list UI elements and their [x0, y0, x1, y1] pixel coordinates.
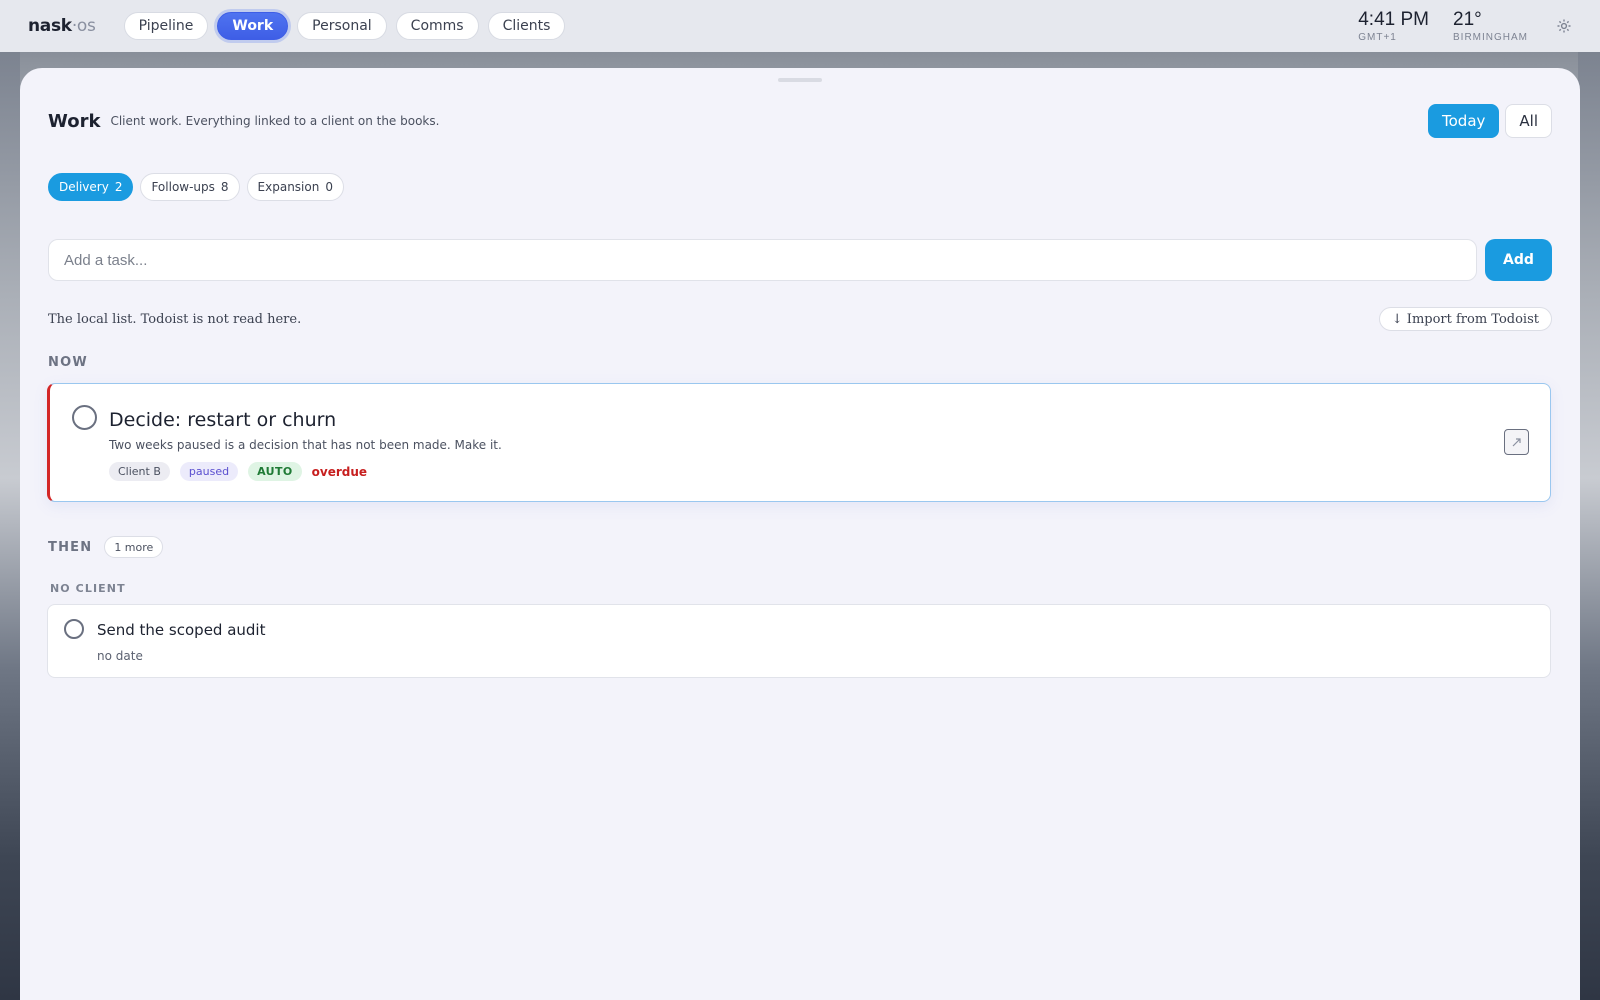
- nav-pipeline[interactable]: Pipeline: [123, 12, 209, 40]
- all-button[interactable]: All: [1505, 104, 1552, 138]
- task-title: Send the scoped audit: [97, 621, 266, 639]
- task-title: Decide: restart or churn: [109, 409, 337, 431]
- add-task-button[interactable]: Add: [1485, 239, 1552, 281]
- status-area: 4:41 PM GMT+1 21° BIRMINGHAM: [1358, 10, 1572, 43]
- import-todoist-button[interactable]: ↓ Import from Todoist: [1378, 307, 1552, 331]
- filter-count: 0: [325, 180, 333, 194]
- gear-icon[interactable]: [1556, 18, 1572, 34]
- complete-task-checkbox[interactable]: [64, 619, 84, 639]
- weather-temperature: 21°: [1453, 8, 1482, 30]
- clock: 4:41 PM GMT+1: [1358, 10, 1429, 43]
- category-filters: Delivery 2 Follow-ups 8 Expansion 0: [48, 173, 344, 201]
- external-link-icon[interactable]: [1504, 429, 1529, 455]
- add-task-input[interactable]: [48, 239, 1477, 281]
- page-header: Work Client work. Everything linked to a…: [48, 104, 1552, 138]
- filter-expansion[interactable]: Expansion 0: [246, 173, 344, 201]
- task-description: Two weeks paused is a decision that has …: [109, 438, 502, 452]
- task-tags: Client B paused AUTO overdue: [109, 462, 367, 481]
- wallpaper-right: [1578, 52, 1600, 1000]
- add-task-row: Add: [48, 239, 1552, 281]
- page-title: Work: [48, 110, 101, 132]
- section-then-header: THEN 1 more: [48, 536, 164, 558]
- nav-comms[interactable]: Comms: [395, 12, 479, 40]
- filter-count: 2: [114, 180, 123, 194]
- overdue-label: overdue: [311, 464, 368, 479]
- logo-suffix: ·os: [71, 16, 96, 36]
- clock-time: 4:41 PM: [1358, 8, 1429, 30]
- filter-label: Delivery: [59, 180, 109, 194]
- group-no-client-label: NO CLIENT: [50, 582, 126, 595]
- weather: 21° BIRMINGHAM: [1453, 10, 1528, 43]
- filter-delivery[interactable]: Delivery 2: [48, 173, 134, 201]
- wallpaper-left: [0, 52, 20, 1000]
- client-tag[interactable]: Client B: [109, 462, 170, 481]
- nav-personal[interactable]: Personal: [297, 12, 387, 40]
- filter-label: Follow-ups: [151, 180, 215, 194]
- view-toggle: Today All: [1428, 104, 1552, 138]
- clock-timezone: GMT+1: [1358, 31, 1397, 43]
- filter-label: Expansion: [257, 180, 320, 194]
- sheet-grabber-handle[interactable]: [778, 78, 822, 82]
- nav-work[interactable]: Work: [217, 12, 289, 40]
- complete-task-checkbox[interactable]: [72, 405, 97, 430]
- work-sheet: Work Client work. Everything linked to a…: [20, 68, 1580, 1000]
- app-logo[interactable]: nask·os: [28, 16, 96, 36]
- task-card-now[interactable]: Decide: restart or churn Two weeks pause…: [47, 383, 1551, 502]
- weather-location: BIRMINGHAM: [1453, 31, 1528, 43]
- section-now-label: NOW: [48, 355, 88, 370]
- source-note: The local list. Todoist is not read here…: [48, 311, 302, 327]
- more-count-badge[interactable]: 1 more: [104, 536, 164, 558]
- today-button[interactable]: Today: [1428, 104, 1500, 138]
- source-row: The local list. Todoist is not read here…: [48, 307, 1552, 331]
- filter-follow-ups[interactable]: Follow-ups 8: [140, 173, 240, 201]
- page-subtitle: Client work. Everything linked to a clie…: [110, 114, 440, 128]
- top-bar: nask·os Pipeline Work Personal Comms Cli…: [0, 0, 1600, 52]
- task-due-meta: no date: [97, 649, 143, 663]
- nav-clients[interactable]: Clients: [487, 12, 566, 40]
- main-nav: Pipeline Work Personal Comms Clients: [123, 12, 566, 40]
- logo-main: nask: [28, 16, 72, 36]
- section-then-label: THEN: [48, 539, 93, 555]
- auto-badge: AUTO: [248, 462, 302, 481]
- task-card-then[interactable]: Send the scoped audit no date: [47, 604, 1551, 678]
- filter-count: 8: [220, 180, 229, 194]
- status-badge: paused: [179, 462, 239, 481]
